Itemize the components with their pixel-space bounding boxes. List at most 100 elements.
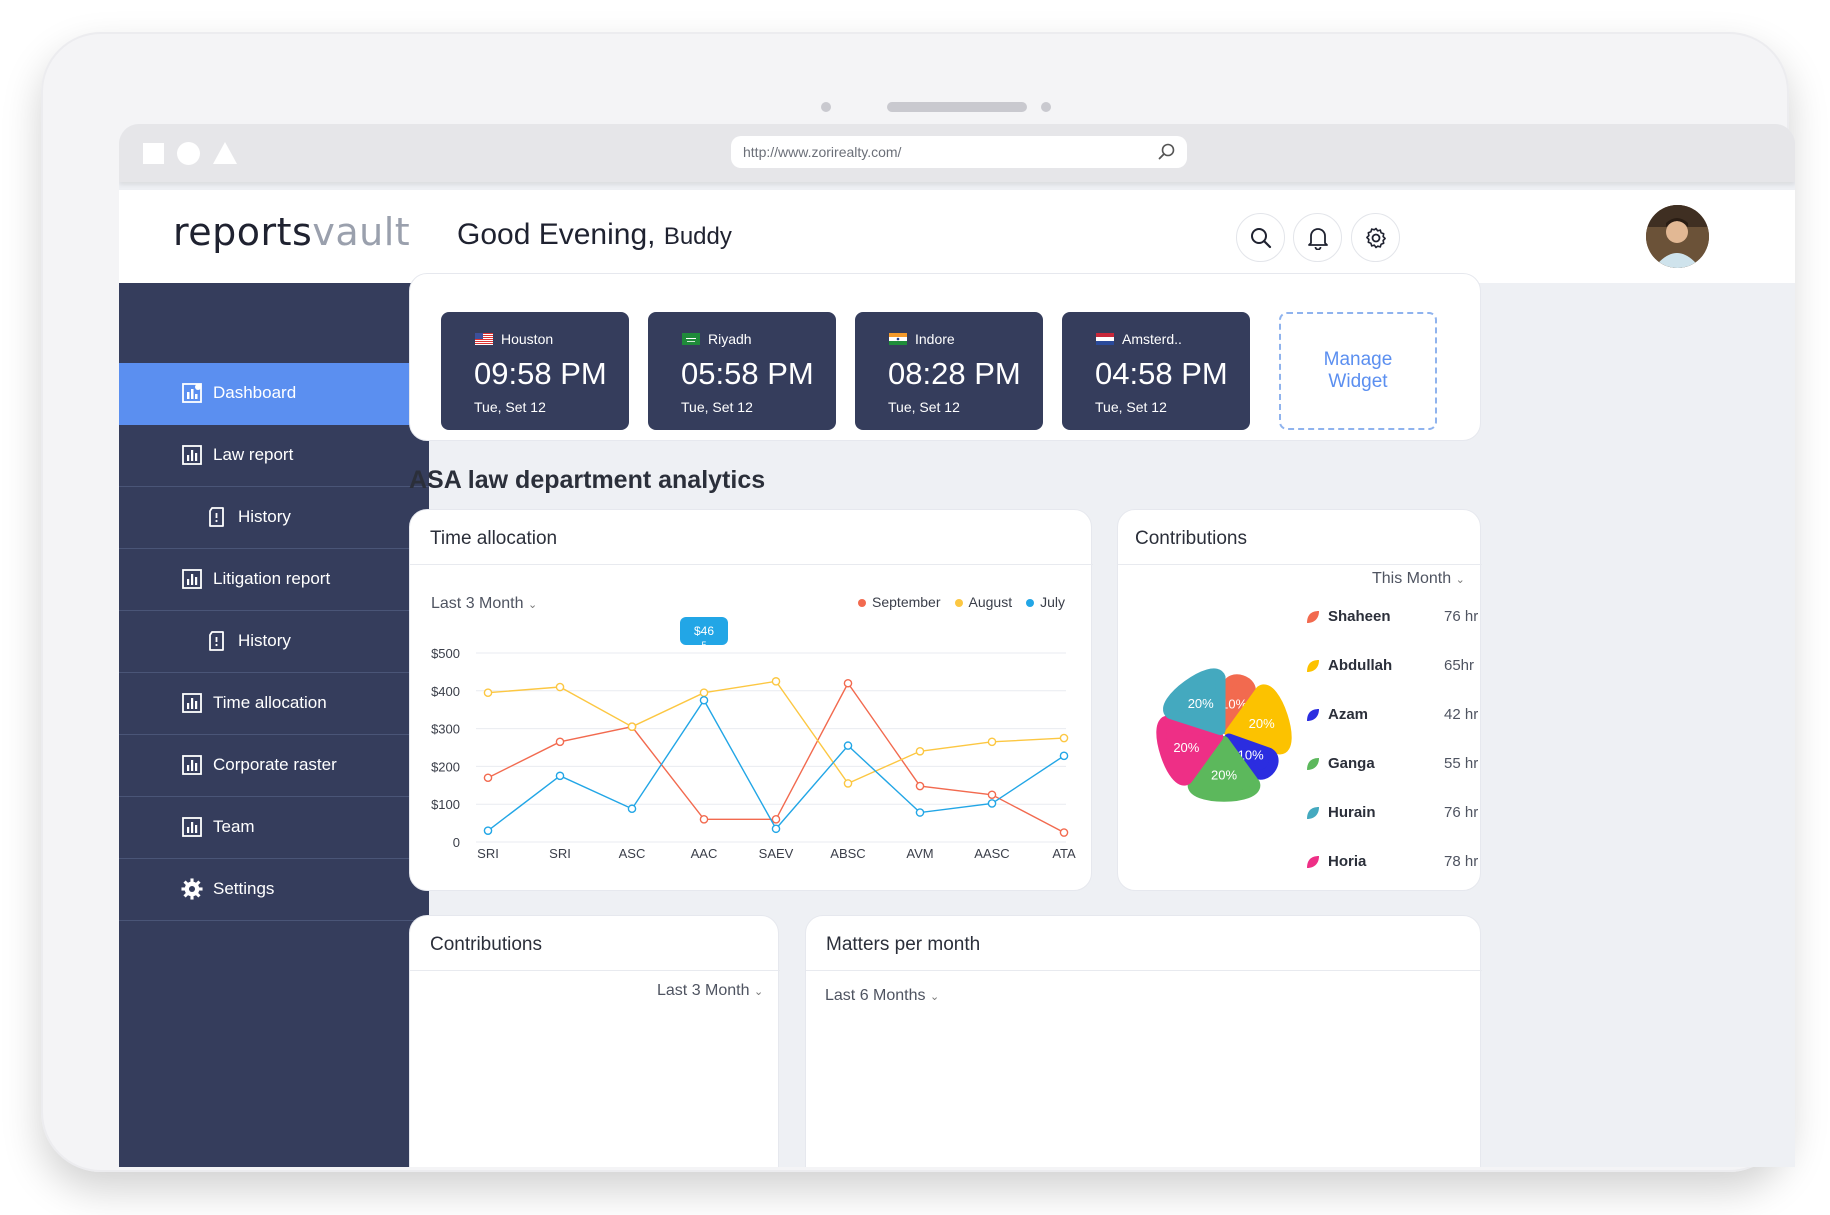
address-bar[interactable]: http://www.zorirealty.com/ — [731, 136, 1187, 168]
card-title: Contributions — [430, 934, 542, 955]
flag-us-icon — [475, 332, 493, 345]
sidebar-item-history[interactable]: History — [119, 611, 429, 673]
clock-city: Houston — [501, 331, 554, 347]
report-icon — [181, 816, 203, 838]
divider — [806, 970, 1482, 971]
x-tick-label: ATA — [1052, 846, 1076, 861]
x-tick-label: SRI — [477, 846, 499, 861]
sidebar-item-history[interactable]: History — [119, 487, 429, 549]
manage-widget-label: Manage — [1323, 349, 1393, 370]
pie-slice-label: 20% — [1188, 696, 1214, 711]
flag-nl-icon — [1096, 332, 1114, 345]
square-icon[interactable] — [143, 143, 164, 164]
history-icon — [206, 506, 228, 528]
history-icon — [206, 630, 228, 652]
data-point — [987, 799, 997, 808]
sidebar-item-team[interactable]: Team — [119, 797, 429, 859]
contributor-row: Horia 78 hr — [1304, 853, 1478, 873]
clock-widget[interactable]: Houston 09:58 PM Tue, Set 12 — [441, 312, 629, 430]
data-point — [699, 695, 709, 705]
x-tick-label: ABSC — [830, 846, 865, 861]
pie-slice-label: 20% — [1173, 740, 1199, 755]
clock-time: 08:28 PM — [888, 356, 1021, 391]
circle-icon[interactable] — [177, 142, 200, 165]
range-dropdown[interactable]: Last 6 Months ⌄ — [825, 987, 939, 1005]
sidebar-item-label: Law report — [213, 445, 294, 464]
clock-time: 04:58 PM — [1095, 356, 1228, 391]
x-tick-label: AASC — [974, 846, 1009, 861]
settings-button[interactable] — [1351, 213, 1400, 262]
clock-widget[interactable]: Amsterd.. 04:58 PM Tue, Set 12 — [1062, 312, 1250, 430]
url-text[interactable]: http://www.zorirealty.com/ — [743, 144, 901, 160]
data-point — [555, 737, 565, 747]
clocks-card: Manage Widget Houston 09:58 PM Tue, Set 12 R… — [409, 273, 1481, 441]
sidebar-item-law-report[interactable]: Law report — [119, 425, 429, 487]
search-button[interactable] — [1236, 213, 1285, 262]
avatar[interactable] — [1646, 205, 1709, 268]
contributor-name: Azam — [1328, 706, 1369, 723]
contributor-hours: 55 hr — [1444, 755, 1479, 772]
contributor-row: Abdullah 65hr — [1304, 657, 1474, 677]
sidebar-item-settings[interactable]: Settings — [119, 859, 429, 921]
leaf-icon — [1306, 610, 1320, 624]
contributor-name: Shaheen — [1328, 608, 1391, 625]
sensor-dot — [1041, 102, 1051, 112]
chevron-down-icon: ⌄ — [1455, 574, 1465, 586]
contributions-bottom-card: Contributions Last 3 Month ⌄ — [409, 915, 780, 1167]
data-point — [771, 815, 781, 824]
notifications-button[interactable] — [1293, 213, 1342, 262]
contributor-hours: 42 hr — [1444, 706, 1479, 723]
y-tick-label: $200 — [431, 759, 460, 774]
x-tick-label: AVM — [906, 846, 933, 861]
sidebar-item-time-allocation[interactable]: Time allocation — [119, 673, 429, 735]
x-tick-label: SAEV — [759, 846, 794, 861]
gear-icon — [1365, 227, 1386, 248]
data-point — [555, 771, 565, 781]
app-header: reportsvault Good Evening, Buddy — [119, 190, 1795, 283]
contributor-hours: 65hr — [1444, 657, 1475, 674]
data-point — [771, 824, 781, 834]
speaker-bar — [887, 102, 1027, 112]
range-dropdown[interactable]: Last 3 Month ⌄ — [657, 982, 763, 1000]
contributions-card: Contributions This Month ⌄ 10% 20% 10% 20% 2… — [1117, 509, 1482, 891]
period-dropdown[interactable]: This Month ⌄ — [1372, 570, 1465, 588]
sidebar-item-corporate-raster[interactable]: Corporate raster — [119, 735, 429, 797]
logo[interactable]: reportsvault — [173, 210, 410, 254]
logo-text-reports: reports — [173, 210, 313, 254]
contributor-name: Abdullah — [1328, 657, 1393, 674]
flag-sa-icon — [682, 332, 700, 345]
data-point — [627, 722, 637, 732]
clock-date: Tue, Set 12 — [681, 399, 753, 415]
x-tick-label: AAC — [691, 846, 718, 861]
screen: http://www.zorirealty.com/ reportsvault … — [119, 124, 1795, 1167]
clock-widget[interactable]: Indore 08:28 PM Tue, Set 12 — [855, 312, 1043, 430]
manage-widget-button[interactable]: Manage Widget — [1279, 312, 1437, 430]
device-mockup: http://www.zorirealty.com/ reportsvault … — [0, 0, 1830, 1215]
tablet-frame: http://www.zorirealty.com/ reportsvault … — [41, 32, 1795, 1172]
data-point — [987, 790, 997, 800]
sensor-dot — [821, 102, 831, 112]
sidebar-item-label: Time allocation — [213, 693, 327, 712]
x-tick-label: SRI — [549, 846, 571, 861]
clock-widget[interactable]: Riyadh 05:58 PM Tue, Set 12 — [648, 312, 836, 430]
greeting: Good Evening, Buddy — [457, 218, 732, 252]
data-point — [699, 815, 709, 824]
clock-time: 09:58 PM — [474, 356, 607, 391]
search-icon[interactable] — [1157, 142, 1177, 167]
sidebar-item-litigation-report[interactable]: Litigation report — [119, 549, 429, 611]
flag-in-icon — [889, 332, 907, 345]
triangle-icon[interactable] — [213, 142, 237, 164]
leaf-icon — [1306, 806, 1320, 820]
manage-widget-label: Widget — [1328, 371, 1388, 392]
chevron-down-icon: ⌄ — [929, 991, 940, 1003]
leaf-icon — [1306, 757, 1320, 771]
series-line-august — [487, 680, 1065, 785]
sidebar-item-label: History — [238, 631, 291, 650]
divider — [1118, 564, 1482, 565]
card-title: Matters per month — [826, 934, 981, 955]
report-icon — [181, 568, 203, 590]
data-point — [915, 746, 925, 756]
leaf-icon — [1306, 855, 1320, 869]
contributor-name: Ganga — [1328, 755, 1375, 772]
sidebar-item-dashboard[interactable]: Dashboard — [119, 363, 429, 425]
